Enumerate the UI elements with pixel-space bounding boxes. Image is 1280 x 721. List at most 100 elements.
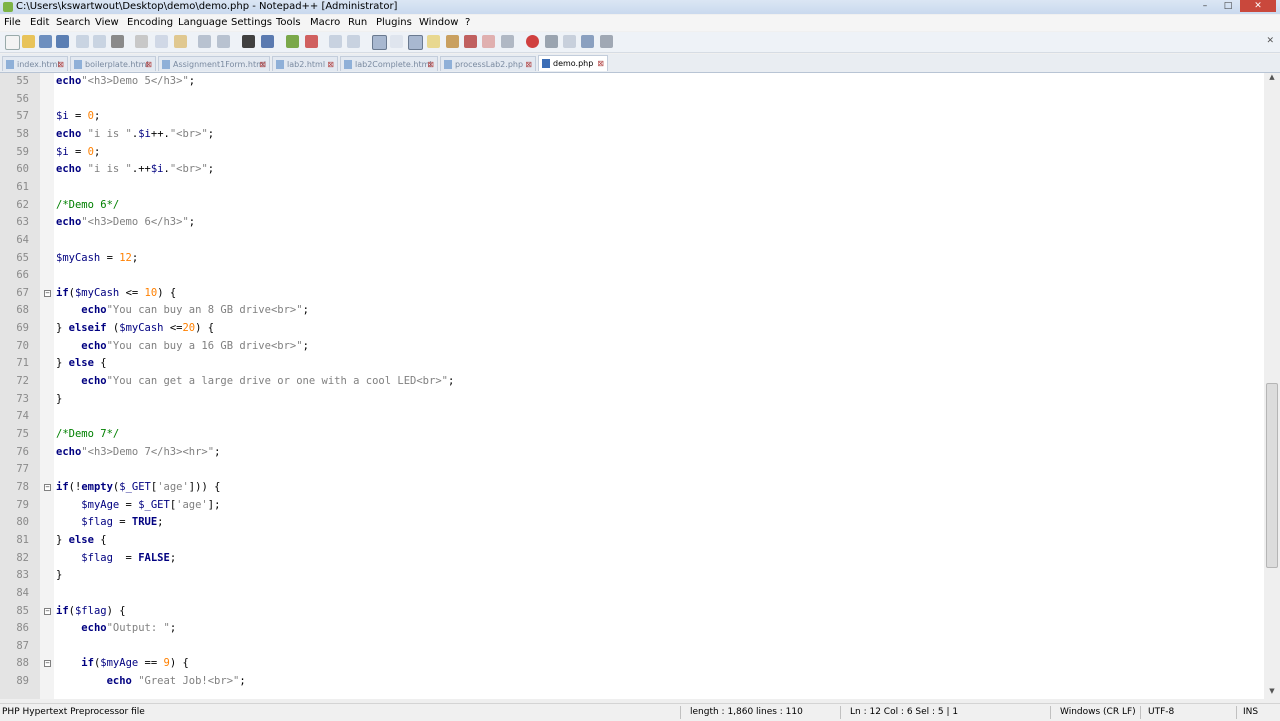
tab-lab2complete-html[interactable]: lab2Complete.html ⊠ [340,56,438,71]
tab-boilerplate-html[interactable]: boilerplate.html ⊠ [70,56,156,71]
monitoring-icon[interactable] [501,35,514,48]
code-line[interactable]: 86 echo"Output: "; [0,620,1264,638]
code-line[interactable]: 56 [0,91,1264,109]
close-all-icon[interactable] [93,35,106,48]
code-line[interactable]: 83} [0,567,1264,585]
minimize-button[interactable]: – [1194,0,1216,12]
tab-assignment1form-html[interactable]: Assignment1Form.html ⊠ [158,56,270,71]
new-file-icon[interactable] [5,35,20,50]
language-icon[interactable] [427,35,440,48]
code-editor[interactable]: 55 echo"<h3>Demo 5</h3>"; 56 57 $i = 0; 58 ech… [0,73,1264,699]
run-macro-multiple-icon[interactable] [581,35,594,48]
doc-map-icon[interactable] [446,35,459,48]
menu-run[interactable]: Run [348,15,367,31]
code-line[interactable]: 75 /*Demo 7*/ [0,426,1264,444]
code-line[interactable]: 73} [0,391,1264,409]
menu-encoding[interactable]: Encoding [127,15,173,31]
indent-guide-icon[interactable] [408,35,423,50]
code-line[interactable]: 72 echo"You can get a large drive or one… [0,373,1264,391]
menu-window[interactable]: Window [419,15,458,31]
scroll-up-icon[interactable]: ▲ [1264,73,1280,85]
redo-icon[interactable] [217,35,230,48]
close-button[interactable]: ✕ [1240,0,1276,12]
menu-language[interactable]: Language [178,15,227,31]
code-line[interactable]: 61 [0,179,1264,197]
sync-vertical-icon[interactable] [329,35,342,48]
tab-close-icon[interactable]: ⊠ [145,57,152,71]
code-line[interactable]: 88 − if($myAge == 9) { [0,655,1264,673]
zoom-in-icon[interactable] [286,35,299,48]
menu-settings[interactable]: Settings [231,15,272,31]
fold-toggle-icon[interactable]: − [44,483,51,491]
code-line[interactable]: 65 $myCash = 12; [0,250,1264,268]
fold-toggle-icon[interactable]: − [44,607,51,615]
code-line[interactable]: 89 echo "Great Job!<br>"; [0,673,1264,691]
menu-file[interactable]: File [4,15,21,31]
code-line[interactable]: 76 echo"<h3>Demo 7</h3><hr>"; [0,444,1264,462]
sync-horizontal-icon[interactable] [347,35,360,48]
tab-close-icon[interactable]: ⊠ [327,57,334,71]
code-line[interactable]: 85 − if($flag) { [0,603,1264,621]
save-icon[interactable] [39,35,52,48]
code-line[interactable]: 66 [0,267,1264,285]
code-line[interactable]: 64 [0,232,1264,250]
code-line[interactable]: 78 − if(!empty($_GET['age'])) { [0,479,1264,497]
tab-demo-php[interactable]: demo.php ⊠ [538,55,608,71]
menu-plugins[interactable]: Plugins [376,15,412,31]
code-line[interactable]: 71} else { [0,355,1264,373]
save-macro-icon[interactable] [600,35,613,48]
code-line[interactable]: 68 echo"You can buy an 8 GB drive<br>"; [0,302,1264,320]
code-line[interactable]: 62 /*Demo 6*/ [0,197,1264,215]
code-line[interactable]: 79 $myAge = $_GET['age']; [0,497,1264,515]
menu-edit[interactable]: Edit [30,15,49,31]
tab-index-html[interactable]: index.html ⊠ [2,56,68,71]
code-line[interactable]: 77 [0,461,1264,479]
code-line[interactable]: 60 echo "i is ".++$i."<br>"; [0,161,1264,179]
code-line[interactable]: 63 echo"<h3>Demo 6</h3>"; [0,214,1264,232]
code-line[interactable]: 82 $flag = FALSE; [0,550,1264,568]
play-macro-icon[interactable] [563,35,576,48]
open-file-icon[interactable] [22,35,35,48]
code-line[interactable]: 57 $i = 0; [0,108,1264,126]
menu-macro[interactable]: Macro [310,15,340,31]
undo-icon[interactable] [198,35,211,48]
fold-toggle-icon[interactable]: − [44,289,51,297]
code-line[interactable]: 58 echo "i is ".$i++."<br>"; [0,126,1264,144]
cut-icon[interactable] [135,35,148,48]
paste-icon[interactable] [174,35,187,48]
code-line[interactable]: 67 − if($myCash <= 10) { [0,285,1264,303]
record-macro-icon[interactable] [526,35,539,48]
code-line[interactable]: 87 [0,638,1264,656]
fold-toggle-icon[interactable]: − [44,660,51,668]
tab-lab2-html[interactable]: lab2.html ⊠ [272,56,338,71]
tab-close-icon[interactable]: ⊠ [597,56,604,71]
tab-processlab2-php[interactable]: processLab2.php ⊠ [440,56,536,71]
menu-help[interactable]: ? [465,15,470,31]
folder-workspace-icon[interactable] [482,35,495,48]
tab-close-icon[interactable]: ⊠ [525,57,532,71]
tab-close-icon[interactable]: ⊠ [57,57,64,71]
code-line[interactable]: 70 echo"You can buy a 16 GB drive<br>"; [0,338,1264,356]
stop-macro-icon[interactable] [545,35,558,48]
show-all-chars-icon[interactable] [390,35,403,48]
code-line[interactable]: 74 [0,408,1264,426]
tab-close-icon[interactable]: ⊠ [259,57,266,71]
code-line[interactable]: 69} elseif ($myCash <=20) { [0,320,1264,338]
menu-view[interactable]: View [95,15,119,31]
maximize-button[interactable]: □ [1217,0,1239,12]
close-file-icon[interactable] [76,35,89,48]
zoom-out-icon[interactable] [305,35,318,48]
save-all-icon[interactable] [56,35,69,48]
close-toolbar-icon[interactable]: ✕ [1266,36,1274,46]
copy-icon[interactable] [155,35,168,48]
scroll-down-icon[interactable]: ▼ [1264,687,1280,699]
code-line[interactable]: 80 $flag = TRUE; [0,514,1264,532]
find-icon[interactable] [242,35,255,48]
code-line[interactable]: 84 [0,585,1264,603]
word-wrap-icon[interactable] [372,35,387,50]
replace-icon[interactable] [261,35,274,48]
vertical-scrollbar[interactable]: ▲ ▼ [1264,73,1280,699]
menu-tools[interactable]: Tools [276,15,301,31]
function-list-icon[interactable] [464,35,477,48]
code-line[interactable]: 81} else { [0,532,1264,550]
